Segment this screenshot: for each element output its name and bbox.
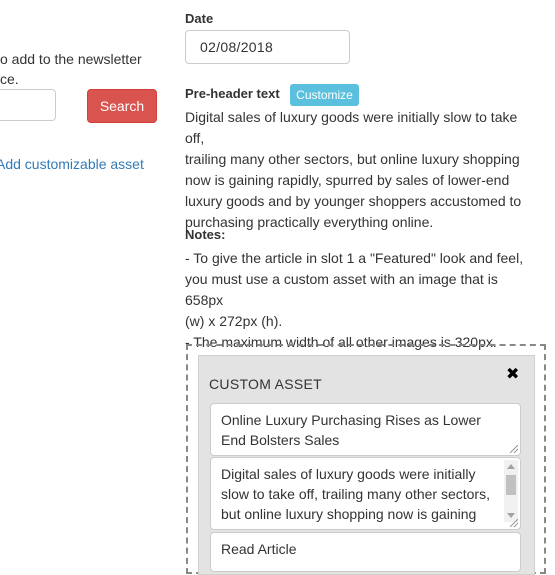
resize-handle-icon[interactable] xyxy=(510,519,518,527)
notes-text: - To give the article in slot 1 a "Featu… xyxy=(185,250,524,350)
asset-link-text-field[interactable]: Read Article xyxy=(210,532,521,572)
newsletter-instructions-line2: ce. xyxy=(0,71,19,87)
preheader-text: Digital sales of luxury goods were initi… xyxy=(185,109,522,230)
resize-handle-icon[interactable] xyxy=(510,445,518,453)
customize-button[interactable]: Customize xyxy=(290,84,359,106)
asset-summary-field[interactable]: Digital sales of luxury goods were initi… xyxy=(210,457,521,530)
search-button[interactable]: Search xyxy=(87,89,157,123)
search-input[interactable] xyxy=(0,89,56,121)
notes-label: Notes: xyxy=(185,227,226,242)
date-field[interactable]: 02/08/2018 xyxy=(185,30,350,64)
summary-scrollbar[interactable] xyxy=(504,460,518,522)
scroll-up-icon[interactable] xyxy=(507,464,515,469)
add-customizable-asset-link[interactable]: Add customizable asset xyxy=(0,156,144,172)
scroll-down-icon[interactable] xyxy=(507,513,515,518)
close-icon[interactable]: ✖ xyxy=(506,364,519,384)
custom-asset-title: CUSTOM ASSET xyxy=(209,376,323,392)
scroll-thumb[interactable] xyxy=(506,475,516,495)
newsletter-instructions-line1: o add to the newsletter xyxy=(0,51,142,67)
date-label: Date xyxy=(185,11,214,26)
asset-headline-field[interactable]: Online Luxury Purchasing Rises as Lower … xyxy=(210,403,521,456)
preheader-label: Pre-header text xyxy=(185,86,280,101)
